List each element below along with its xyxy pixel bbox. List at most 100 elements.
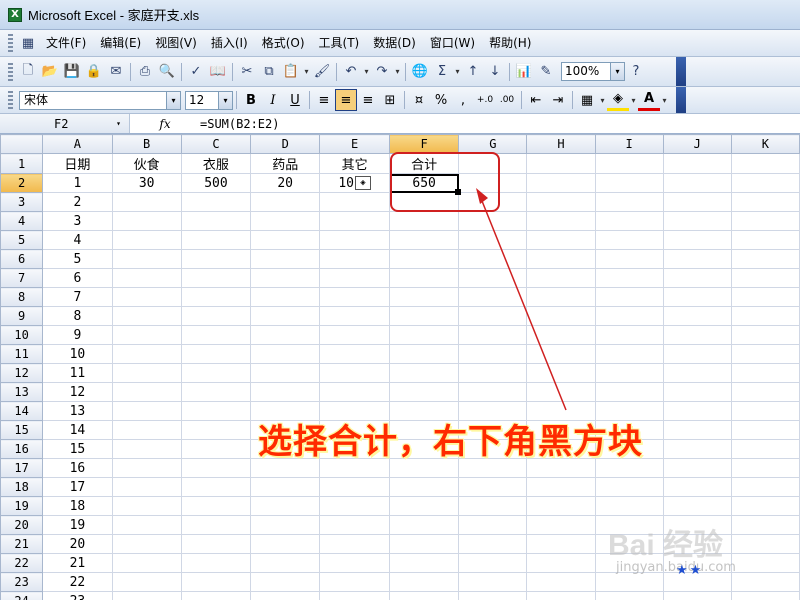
cell[interactable] xyxy=(594,153,664,174)
cell[interactable] xyxy=(319,268,390,288)
cell[interactable] xyxy=(319,496,390,516)
cell[interactable] xyxy=(730,211,800,231)
cell[interactable]: 13 xyxy=(42,401,113,421)
cell[interactable] xyxy=(526,363,596,383)
cell[interactable] xyxy=(594,192,664,212)
help-icon[interactable]: ? xyxy=(625,61,647,83)
cell[interactable] xyxy=(388,306,460,326)
cell[interactable] xyxy=(526,344,596,364)
row-header[interactable]: 16 xyxy=(0,439,44,459)
cell[interactable] xyxy=(662,192,732,212)
column-header[interactable]: F xyxy=(388,134,460,154)
cell[interactable]: 1 xyxy=(42,173,113,193)
column-header[interactable]: G xyxy=(458,134,528,154)
decrease-decimal-icon[interactable]: .00 xyxy=(496,89,518,111)
cell[interactable] xyxy=(594,496,664,516)
cell[interactable] xyxy=(250,287,321,307)
cell[interactable] xyxy=(730,173,800,193)
cell[interactable] xyxy=(111,306,182,326)
cell[interactable]: 20 xyxy=(42,534,113,554)
spelling-icon[interactable]: ✓ xyxy=(185,61,207,83)
cell[interactable] xyxy=(111,287,182,307)
row-header[interactable]: 23 xyxy=(0,572,44,592)
row-header[interactable]: 4 xyxy=(0,211,44,231)
cell[interactable]: 6 xyxy=(42,268,113,288)
row-header[interactable]: 20 xyxy=(0,515,44,535)
column-header[interactable]: H xyxy=(526,134,596,154)
cell[interactable] xyxy=(526,173,596,193)
cell[interactable]: 12 xyxy=(42,382,113,402)
cell[interactable] xyxy=(730,496,800,516)
cell[interactable] xyxy=(458,496,528,516)
cell[interactable] xyxy=(319,515,390,535)
cell[interactable] xyxy=(526,268,596,288)
cell[interactable] xyxy=(458,325,528,345)
cell[interactable] xyxy=(458,268,528,288)
cell[interactable] xyxy=(526,153,596,174)
cell[interactable] xyxy=(111,230,182,250)
cell[interactable] xyxy=(662,477,732,497)
cell[interactable]: 8 xyxy=(42,306,113,326)
increase-decimal-icon[interactable]: +.0 xyxy=(474,89,496,111)
zoom-dropdown-icon[interactable]: ▾ xyxy=(611,62,625,81)
menu-item[interactable]: 帮助(H) xyxy=(482,30,538,57)
cell[interactable] xyxy=(111,553,182,573)
cell[interactable] xyxy=(662,306,732,326)
cell[interactable] xyxy=(388,287,460,307)
cell[interactable] xyxy=(526,591,596,600)
cell[interactable] xyxy=(662,211,732,231)
cell[interactable] xyxy=(180,515,252,535)
cell[interactable] xyxy=(111,363,182,383)
cell[interactable] xyxy=(250,325,321,345)
cell[interactable] xyxy=(526,572,596,592)
cell[interactable]: 7 xyxy=(42,287,113,307)
cell[interactable] xyxy=(730,325,800,345)
format-painter-icon[interactable]: 🖌 xyxy=(311,61,333,83)
cell[interactable] xyxy=(458,572,528,592)
cell[interactable] xyxy=(319,325,390,345)
toolbar-grip[interactable] xyxy=(8,62,13,81)
cell[interactable] xyxy=(319,211,390,231)
cell[interactable] xyxy=(594,572,664,592)
row-header[interactable]: 1 xyxy=(0,153,44,174)
cell[interactable] xyxy=(111,496,182,516)
cell[interactable] xyxy=(111,420,182,440)
cell[interactable] xyxy=(526,534,596,554)
cell[interactable] xyxy=(594,173,664,193)
column-header[interactable]: J xyxy=(662,134,732,154)
cell[interactable] xyxy=(250,306,321,326)
cell[interactable] xyxy=(388,268,460,288)
cell[interactable] xyxy=(594,211,664,231)
cell[interactable] xyxy=(730,420,800,440)
cell[interactable] xyxy=(111,439,182,459)
cell[interactable] xyxy=(526,211,596,231)
copy-icon[interactable]: ⧉ xyxy=(258,61,280,83)
cell[interactable] xyxy=(458,382,528,402)
cell[interactable] xyxy=(388,230,460,250)
cell[interactable] xyxy=(594,591,664,600)
menu-item[interactable]: 数据(D) xyxy=(366,30,423,57)
row-header[interactable]: 10 xyxy=(0,325,44,345)
cell[interactable] xyxy=(250,572,321,592)
cell[interactable] xyxy=(662,591,732,600)
cell[interactable] xyxy=(458,230,528,250)
cut-icon[interactable]: ✂ xyxy=(236,61,258,83)
cell[interactable] xyxy=(662,401,732,421)
undo-icon[interactable]: ↶ xyxy=(340,61,362,83)
cell[interactable] xyxy=(594,477,664,497)
row-header[interactable]: 6 xyxy=(0,249,44,269)
cell[interactable]: 10 xyxy=(42,344,113,364)
cell[interactable] xyxy=(388,344,460,364)
row-header[interactable]: 11 xyxy=(0,344,44,364)
cell[interactable] xyxy=(526,477,596,497)
cell[interactable] xyxy=(730,382,800,402)
cell[interactable] xyxy=(319,591,390,600)
cell[interactable]: 21 xyxy=(42,553,113,573)
cell[interactable] xyxy=(526,230,596,250)
cell[interactable] xyxy=(180,249,252,269)
row-header[interactable]: 9 xyxy=(0,306,44,326)
cell[interactable] xyxy=(319,534,390,554)
fill-color-icon[interactable]: ◈ xyxy=(607,89,629,111)
cell[interactable] xyxy=(111,192,182,212)
cell[interactable]: 日期 xyxy=(42,153,113,174)
